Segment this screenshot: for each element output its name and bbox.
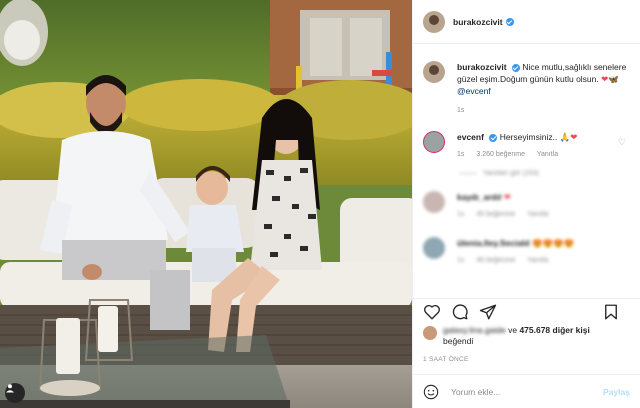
post-timestamp[interactable]: 1 SAAT ÖNCE	[423, 356, 469, 363]
comment-time[interactable]: 1s	[457, 211, 464, 218]
likes-others-count[interactable]: 475.678 diğer kişi	[519, 325, 589, 335]
comment-item: ülenia.lley.Seciald 😍😍😍😍 1s 46 beğenme Y…	[413, 237, 640, 267]
comment-item: kaydı_ardıl ❤ 1s 45 beğenme Yanıtla	[413, 191, 640, 221]
view-replies-button[interactable]: Yanıtları gör (153)	[459, 170, 640, 177]
post-action-bar	[413, 298, 640, 324]
comment-avatar[interactable]	[423, 191, 445, 213]
add-comment-bar: Paylaş	[413, 374, 640, 408]
comments-section: burakozcivit Nice mutlu,sağlıklı seneler…	[413, 44, 640, 296]
comment-reply-button[interactable]: Yanıtla	[527, 211, 548, 218]
photo-illustration	[0, 0, 412, 408]
post-comment-button[interactable]: Paylaş	[603, 387, 630, 397]
post-header: burakozcivit	[413, 0, 640, 44]
comment-time[interactable]: 1s	[457, 257, 464, 264]
pray-emoji: 🙏	[559, 132, 571, 142]
user-tag-button[interactable]	[5, 383, 25, 403]
comment-item: evcenf Herseyimsiniz.. 🙏❤ 1s 3.260 beğen…	[413, 131, 640, 161]
verified-badge-icon	[489, 133, 498, 142]
comment-avatar[interactable]	[423, 131, 445, 153]
author-username[interactable]: burakozcivit	[453, 17, 503, 27]
caption-mention-link[interactable]: @evcenf	[457, 86, 491, 96]
comment-author[interactable]: evcenf	[457, 132, 484, 142]
send-icon[interactable]	[479, 303, 497, 321]
comment-likes[interactable]: 46 beğenme	[476, 257, 515, 264]
comment-input[interactable]	[451, 386, 591, 397]
comment-author[interactable]: ülenia.lley.Seciald	[457, 238, 530, 248]
heart-emoji: ❤	[570, 132, 578, 142]
likes-summary: galaxy.lina.gaide ve 475.678 diğer kişi …	[423, 325, 630, 347]
comment-avatar[interactable]	[423, 237, 445, 259]
verified-badge-icon	[511, 63, 520, 72]
comment-bubble-icon[interactable]	[451, 303, 469, 321]
comment-text: Herseyimsiniz..	[499, 132, 558, 142]
bookmark-icon[interactable]	[602, 303, 620, 321]
likes-others-prefix: ve	[508, 325, 518, 335]
comment-likes[interactable]: 3.260 beğenme	[476, 151, 525, 158]
post-caption: burakozcivit Nice mutlu,sağlıklı seneler…	[413, 44, 640, 117]
post-photo[interactable]	[0, 0, 412, 408]
post-side-panel: burakozcivit burakozcivit Nice mutlu,sağ…	[412, 0, 640, 408]
heart-icon[interactable]	[423, 303, 441, 321]
comment-like-heart-icon[interactable]: ♡	[618, 137, 626, 148]
liker-avatar[interactable]	[423, 326, 437, 340]
instagram-post: burakozcivit burakozcivit Nice mutlu,sağ…	[0, 0, 640, 408]
butterfly-emoji: 🦋	[608, 74, 619, 84]
caption-author[interactable]: burakozcivit	[457, 62, 507, 72]
emoji-smile-icon[interactable]	[423, 384, 439, 400]
comment-time[interactable]: 1s	[457, 151, 464, 158]
comment-reply-button[interactable]: Yanıtla	[537, 151, 558, 158]
caption-time[interactable]: 1s	[457, 105, 627, 117]
comment-likes[interactable]: 45 beğenme	[476, 211, 515, 218]
likes-suffix: beğendi	[443, 336, 474, 346]
user-tag-icon	[6, 384, 14, 393]
verified-badge-icon	[505, 17, 514, 26]
comment-author[interactable]: kaydı_ardıl	[457, 192, 501, 202]
comment-text: 😍😍😍😍	[531, 238, 575, 248]
caption-author-avatar[interactable]	[423, 61, 445, 83]
comment-text: ❤	[503, 192, 511, 202]
comment-reply-button[interactable]: Yanıtla	[527, 257, 548, 264]
author-avatar[interactable]	[423, 10, 445, 33]
liked-by-user[interactable]: galaxy.lina.gaide	[443, 325, 506, 335]
